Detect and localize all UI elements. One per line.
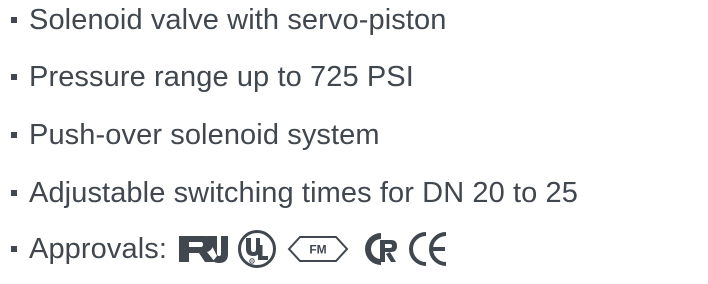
- approvals-label: Approvals:: [29, 233, 168, 265]
- svg-text:FM: FM: [309, 243, 326, 257]
- feature-item: Pressure range up to 725 PSI: [0, 57, 414, 97]
- feature-text: Adjustable switching times for DN 20 to …: [29, 177, 579, 209]
- ul-recognized-icon: [177, 232, 229, 266]
- approvals-item: Approvals: R FM: [0, 229, 449, 269]
- feature-text: Push-over solenoid system: [29, 119, 380, 151]
- feature-text: Pressure range up to 725 PSI: [29, 61, 414, 93]
- bullet-icon: [11, 246, 17, 252]
- feature-item: Push-over solenoid system: [0, 115, 380, 155]
- feature-item: Solenoid valve with servo-piston: [0, 0, 446, 40]
- bullet-icon: [11, 74, 17, 80]
- csa-icon: [363, 231, 403, 267]
- bullet-icon: [11, 190, 17, 196]
- feature-item: Adjustable switching times for DN 20 to …: [0, 173, 578, 213]
- bullet-icon: [11, 17, 17, 23]
- fm-approved-icon: FM: [287, 234, 349, 264]
- ul-listed-icon: R: [237, 229, 277, 269]
- feature-text: Solenoid valve with servo-piston: [29, 4, 447, 36]
- bullet-icon: [11, 132, 17, 138]
- ce-mark-icon: [409, 231, 449, 267]
- svg-text:R: R: [251, 259, 253, 263]
